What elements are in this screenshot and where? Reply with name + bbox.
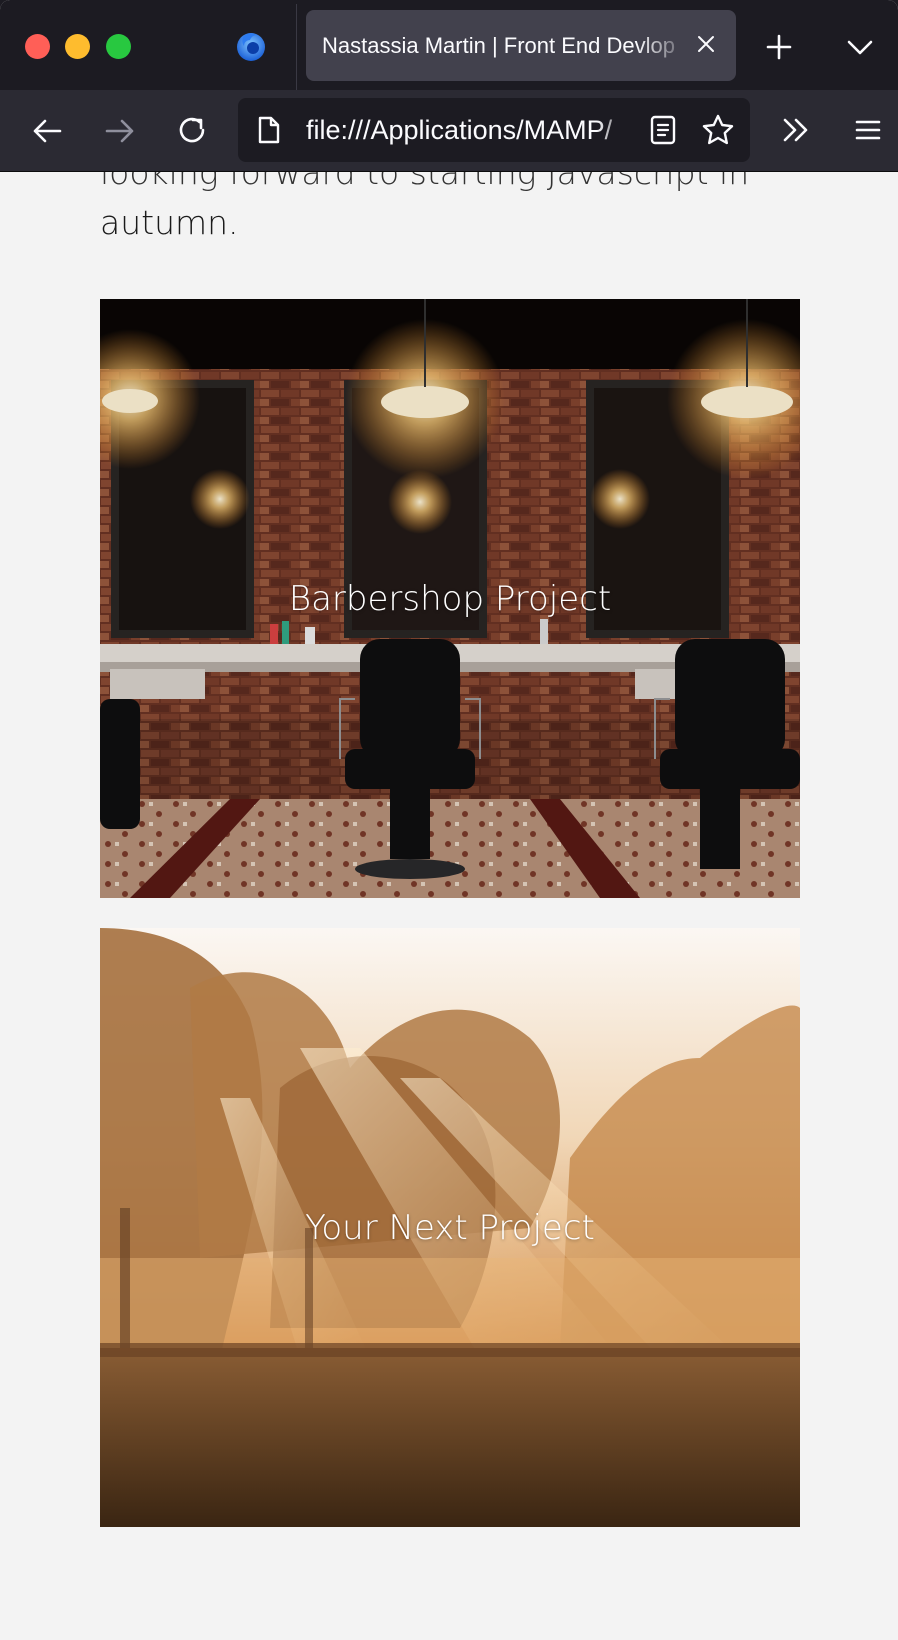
intro-partial-line: looking forward to starting Javascript i… — [100, 172, 750, 192]
tab-title: Nastassia Martin | Front End Devlop — [322, 33, 675, 58]
reload-icon[interactable] — [174, 112, 210, 148]
close-window-button[interactable] — [25, 34, 50, 59]
hamburger-menu-icon[interactable] — [852, 114, 884, 146]
reader-view-icon[interactable] — [648, 114, 678, 146]
browser-window: Nastassia Martin | Front End Devlop file… — [0, 0, 898, 1640]
tab-separator — [296, 4, 297, 90]
zoom-window-button[interactable] — [106, 34, 131, 59]
firefox-logo-icon — [237, 33, 265, 61]
tab-strip: Nastassia Martin | Front End Devlop — [0, 0, 898, 90]
page-content: looking forward to starting Javascript i… — [0, 172, 898, 1640]
intro-last-line: autumn. — [100, 203, 239, 242]
intro-paragraph: looking forward to starting Javascript i… — [100, 172, 800, 248]
navigation-toolbar: file:///Applications/MAMP/ — [0, 90, 898, 172]
project-title: Barbershop Project — [288, 578, 612, 619]
url-text[interactable]: file:///Applications/MAMP/ — [306, 115, 636, 146]
project-title: Your Next Project — [305, 1207, 595, 1248]
url-bar[interactable]: file:///Applications/MAMP/ — [238, 98, 750, 162]
new-tab-icon[interactable] — [765, 33, 793, 61]
tab-active[interactable]: Nastassia Martin | Front End Devlop — [306, 10, 736, 81]
close-tab-icon[interactable] — [694, 32, 718, 56]
page-icon[interactable] — [254, 115, 284, 145]
project-card-next[interactable]: Your Next Project — [100, 928, 800, 1527]
list-all-tabs-icon[interactable] — [845, 33, 875, 61]
overflow-chevrons-icon[interactable] — [778, 112, 814, 148]
back-arrow-icon[interactable] — [30, 114, 64, 148]
minimize-window-button[interactable] — [65, 34, 90, 59]
bookmark-star-icon[interactable] — [700, 112, 736, 148]
project-card-barbershop[interactable]: Barbershop Project — [100, 299, 800, 898]
forward-arrow-icon[interactable] — [103, 114, 137, 148]
